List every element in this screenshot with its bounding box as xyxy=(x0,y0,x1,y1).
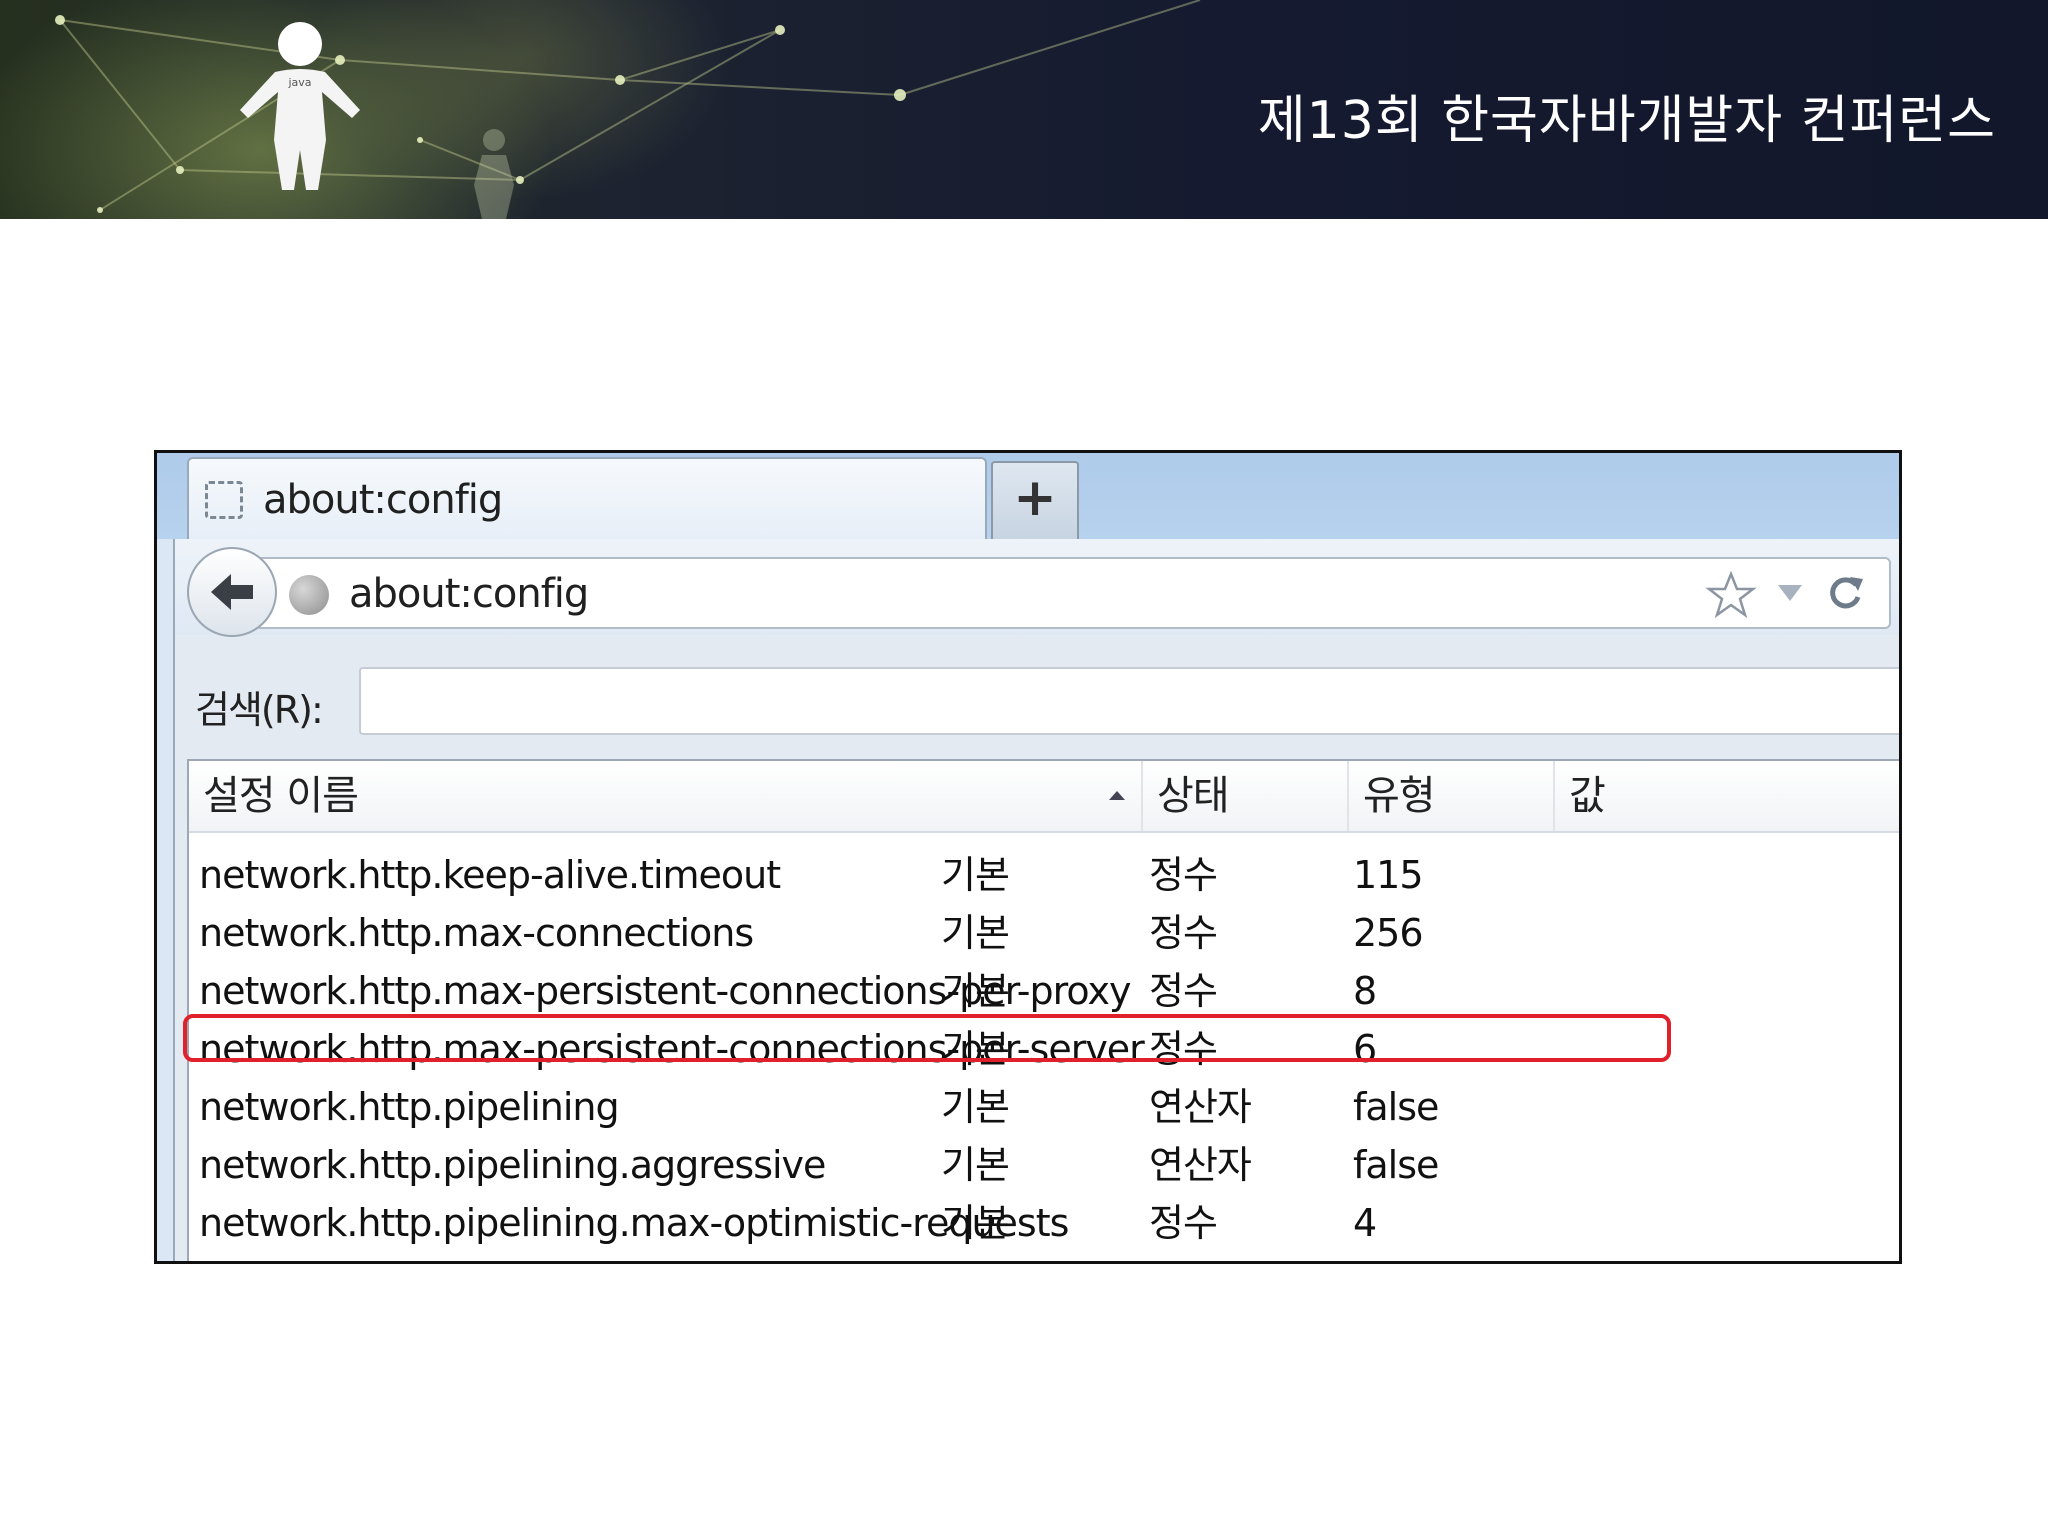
sort-ascending-icon xyxy=(1109,791,1125,800)
preferences-table: 설정 이름 상태 유형 값 network.http.keep-alive.ti… xyxy=(183,759,1899,1261)
pref-name: network.http.keep-alive.timeout xyxy=(199,853,781,897)
table-row[interactable]: network.http.max-persistent-connections-… xyxy=(189,962,1899,1020)
table-header: 설정 이름 상태 유형 값 xyxy=(189,761,1899,833)
pref-name: network.http.pipelining.aggressive xyxy=(199,1143,826,1187)
conference-title: 제13회 한국자바개발자 컨퍼런스 xyxy=(1257,91,1996,151)
java-logo-text: java xyxy=(287,76,311,89)
pref-name: network.http.pipelining xyxy=(199,1085,620,1129)
pref-type: 연산자 xyxy=(1149,1143,1252,1187)
table-row[interactable]: network.http.max-persistent-connections-… xyxy=(183,1014,1899,1078)
pref-value: 115 xyxy=(1353,853,1424,897)
dropdown-triangle-icon[interactable] xyxy=(1775,581,1805,605)
column-header-status[interactable]: 상태 xyxy=(1143,761,1349,831)
column-header-value[interactable]: 값 xyxy=(1555,761,1899,831)
url-bar[interactable]: about:config xyxy=(255,557,1891,629)
table-row[interactable]: network.http.pipelining.max-optimistic-r… xyxy=(189,1194,1899,1252)
pref-type: 정수 xyxy=(1149,1201,1218,1245)
pref-name: network.http.pipelining.max-optimistic-r… xyxy=(199,1201,1069,1245)
new-tab-button[interactable]: + xyxy=(991,461,1079,541)
pref-type: 정수 xyxy=(1149,1027,1218,1071)
table-row[interactable]: network.http.pipelining.aggressive 기본 연산자 f… xyxy=(189,1136,1899,1194)
plus-icon: + xyxy=(1013,468,1057,528)
pref-status: 기본 xyxy=(941,969,1010,1013)
column-header-name[interactable]: 설정 이름 xyxy=(189,761,1143,831)
pref-type: 정수 xyxy=(1149,911,1218,955)
pref-type: 정수 xyxy=(1149,969,1218,1013)
star-icon[interactable] xyxy=(1705,571,1757,619)
pref-value: 8 xyxy=(1353,969,1377,1013)
tab-about-config[interactable]: about:config xyxy=(187,457,987,541)
table-row[interactable]: network.http.max-connections 기본 정수 256 xyxy=(189,904,1899,962)
table-row[interactable]: network.http.pipelining 기본 연산자 false xyxy=(189,1078,1899,1136)
pref-name: network.http.max-connections xyxy=(199,911,754,955)
table-row[interactable]: network.http.keep-alive.timeout 기본 정수 115 xyxy=(189,846,1899,904)
url-text[interactable]: about:config xyxy=(349,571,589,617)
pref-value: 6 xyxy=(1353,1027,1377,1071)
browser-window: about:config + about:config 검색(R): 설정 이름… xyxy=(154,450,1902,1264)
pref-value: 256 xyxy=(1353,911,1424,955)
pref-status: 기본 xyxy=(941,1201,1010,1245)
slide-header-banner: java 제13회 한국자바개발자 컨퍼런스 xyxy=(0,0,2048,219)
back-button[interactable] xyxy=(187,547,277,637)
pref-status: 기본 xyxy=(941,1143,1010,1187)
search-label: 검색(R): xyxy=(195,688,324,732)
pref-status: 기본 xyxy=(941,853,1010,897)
pref-status: 기본 xyxy=(941,1085,1010,1129)
pref-value: 4 xyxy=(1353,1201,1377,1245)
pref-value: false xyxy=(1353,1085,1439,1129)
pref-status: 기본 xyxy=(941,911,1010,955)
globe-icon xyxy=(289,575,329,615)
column-header-type[interactable]: 유형 xyxy=(1349,761,1555,831)
pref-type: 연산자 xyxy=(1149,1085,1252,1129)
about-config-page: 검색(R): 설정 이름 상태 유형 값 network.http.keep-a… xyxy=(173,635,1899,1261)
pref-status: 기본 xyxy=(941,1027,1010,1071)
tab-strip: about:config + xyxy=(157,453,1899,541)
search-input[interactable] xyxy=(359,667,1899,735)
reload-icon[interactable] xyxy=(1823,571,1867,615)
pref-value: false xyxy=(1353,1143,1439,1187)
pref-type: 정수 xyxy=(1149,853,1218,897)
back-arrow-icon xyxy=(211,574,253,610)
java-figure-logo: java xyxy=(240,22,360,190)
navigation-toolbar: about:config xyxy=(173,539,1899,637)
tab-title: about:config xyxy=(263,477,503,523)
blank-page-icon xyxy=(205,481,243,519)
